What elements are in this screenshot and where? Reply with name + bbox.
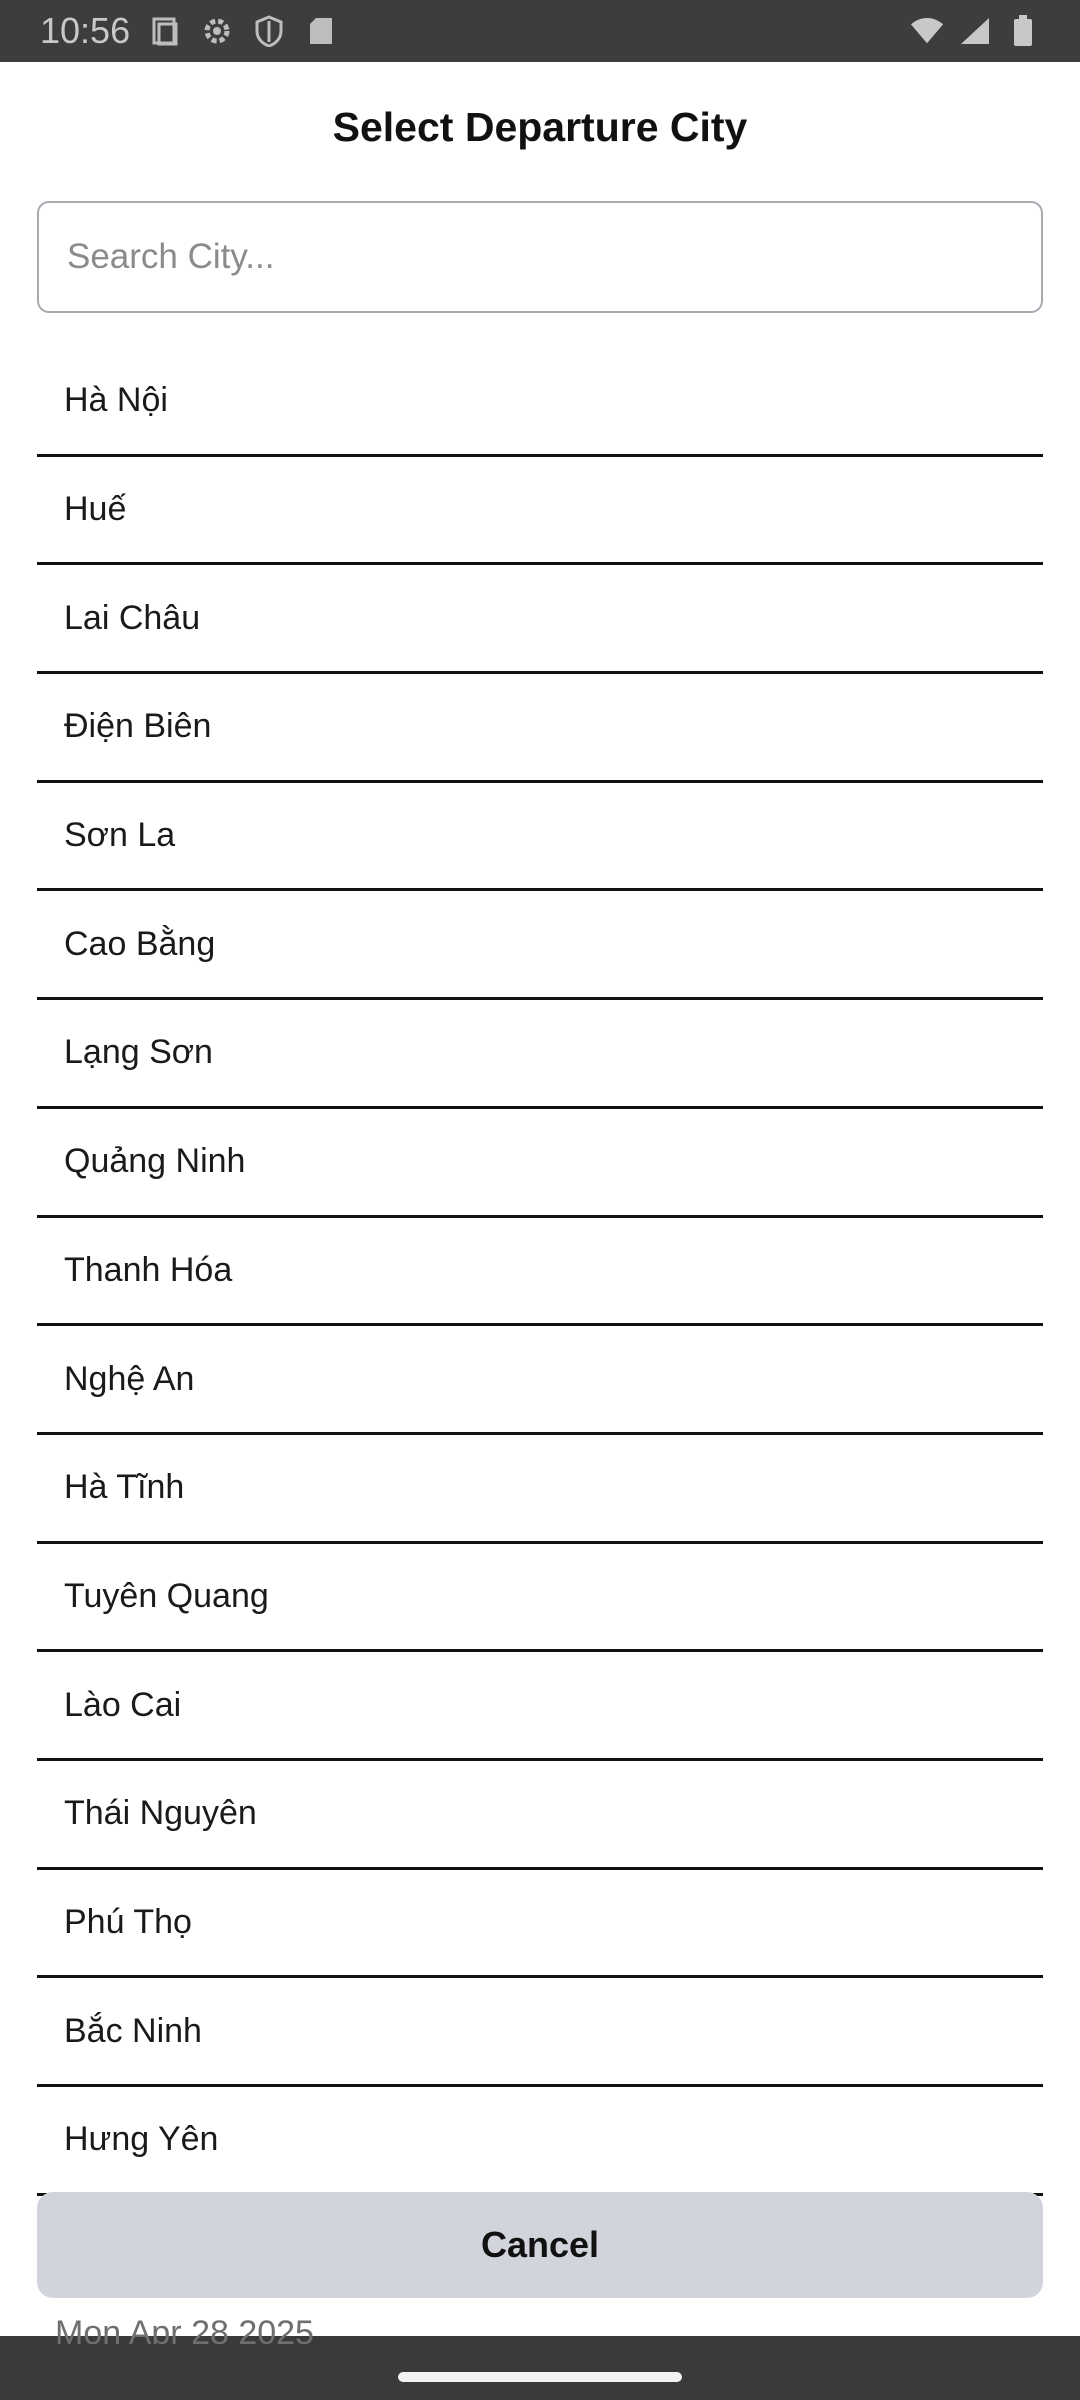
sd-card-icon [304,14,338,48]
gear-icon [200,14,234,48]
city-item[interactable]: Thanh Hóa [37,1218,1043,1327]
city-item[interactable]: Lạng Sơn [37,1000,1043,1109]
city-item[interactable]: Lai Châu [37,565,1043,675]
status-icons-right [910,14,1040,48]
search-city-input[interactable] [37,201,1043,313]
signal-icon [958,14,992,48]
background-area: Mon Apr 28 2025 [0,2314,1080,2400]
status-icons-left [148,14,338,48]
city-item[interactable]: Lào Cai [37,1652,1043,1761]
background-date-text: Mon Apr 28 2025 [55,2314,314,2344]
home-indicator[interactable] [398,2372,682,2382]
city-item[interactable]: Điện Biên [37,674,1043,783]
shield-icon [252,14,286,48]
clipboard-icon [148,14,182,48]
city-item[interactable]: Phú Thọ [37,1870,1043,1979]
city-item[interactable]: Hà Tĩnh [37,1435,1043,1544]
battery-icon [1006,14,1040,48]
city-item[interactable]: Hà Nội [37,348,1043,457]
sheet-title: Select Departure City [332,104,748,150]
city-item[interactable]: Sơn La [37,783,1043,892]
status-bar: 10:56 [0,0,1080,62]
city-item[interactable]: Cao Bằng [37,891,1043,1001]
city-item[interactable]: Bắc Ninh [37,1978,1043,2087]
cancel-button[interactable]: Cancel [37,2192,1043,2298]
city-item[interactable]: Nghệ An [37,1326,1043,1435]
city-list[interactable]: Hà Nội Huế Lai Châu Điện Biên Sơn La Cao… [37,348,1043,2215]
city-item[interactable]: Thái Nguyên [37,1761,1043,1870]
city-item[interactable]: Huế [37,457,1043,566]
wifi-icon [910,14,944,48]
status-time: 10:56 [40,10,131,51]
city-picker-sheet: Select Departure City Hà Nội Huế Lai Châ… [0,62,1080,2336]
city-item[interactable]: Tuyên Quang [37,1544,1043,1653]
city-item[interactable]: Hưng Yên [37,2087,1043,2196]
city-item[interactable]: Quảng Ninh [37,1109,1043,1218]
